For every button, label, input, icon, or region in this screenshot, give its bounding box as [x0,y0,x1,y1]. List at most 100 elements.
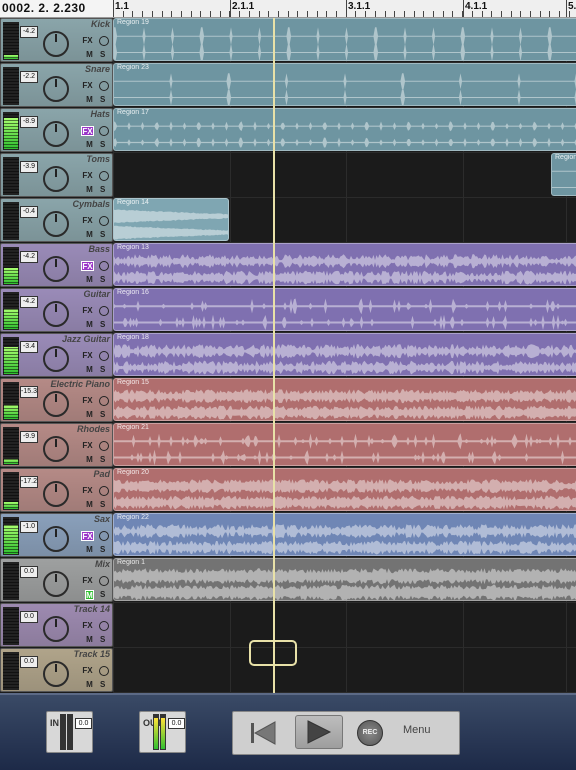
audio-region[interactable]: Region 23 [113,63,576,106]
record-arm-button[interactable] [99,36,109,46]
track-lane[interactable]: Region 21 [113,423,576,468]
record-arm-button[interactable] [99,621,109,631]
audio-region[interactable]: Region 21 [113,423,576,466]
track-lane[interactable]: Region 16 [113,288,576,333]
fx-button[interactable]: FX [81,486,94,496]
record-arm-button[interactable] [99,576,109,586]
track-header[interactable]: -15.3 Electric Piano FX M S [0,378,113,422]
fx-button[interactable]: FX [81,306,94,316]
track-lane[interactable]: Region 18 [113,333,576,378]
track-volume-value[interactable]: 0.0 [20,656,38,668]
track-volume-value[interactable]: 0.0 [20,611,38,623]
track-header[interactable]: -3.4 Jazz Guitar FX M S [0,333,113,377]
mute-button[interactable]: M [85,680,94,690]
solo-button[interactable]: S [100,50,105,59]
fx-button[interactable]: FX [81,666,94,676]
solo-button[interactable]: S [100,365,105,374]
solo-button[interactable]: S [100,230,105,239]
track-volume-value[interactable]: -9.9 [20,431,38,443]
record-arm-button[interactable] [99,666,109,676]
record-arm-button[interactable] [99,126,109,136]
track-header[interactable]: -0.4 Cymbals FX M S [0,198,113,242]
track-header[interactable]: -1.0 Sax FX M S [0,513,113,557]
mute-button[interactable]: M [85,230,94,240]
playhead-handle[interactable] [249,640,297,666]
track-volume-value[interactable]: 0.0 [20,566,38,578]
track-header[interactable]: 0.0 Track 15 FX M S [0,648,113,692]
pan-knob[interactable] [43,166,69,192]
audio-region[interactable]: Region 13 [113,243,576,286]
fx-button[interactable]: FX [81,531,94,541]
record-arm-button[interactable] [99,351,109,361]
position-counter[interactable]: 0002. 2. 2.230 [0,0,113,17]
track-volume-value[interactable]: -0.4 [20,206,38,218]
audio-region[interactable]: Region 22 [113,513,576,556]
solo-button[interactable]: S [100,590,105,599]
track-header[interactable]: -4.2 Kick FX M S [0,18,113,62]
mute-button[interactable]: M [85,590,94,600]
track-header[interactable]: -3.9 Toms FX M S [0,153,113,197]
play-button[interactable] [295,715,343,749]
pan-knob[interactable] [43,481,69,507]
solo-button[interactable]: S [100,635,105,644]
track-volume-value[interactable]: -15.3 [20,386,38,398]
audio-region[interactable]: Region 1 [113,558,576,601]
track-volume-value[interactable]: -1.0 [20,521,38,533]
mute-button[interactable]: M [85,545,94,555]
track-volume-value[interactable]: -3.4 [20,341,38,353]
timeline-ruler[interactable]: 1.1 2.1.1 3.1.1 4.1.1 5. [113,0,576,17]
pan-knob[interactable] [43,211,69,237]
mute-button[interactable]: M [85,365,94,375]
audio-region[interactable]: Region 20 [113,468,576,511]
pan-knob[interactable] [43,616,69,642]
track-lane[interactable]: Region 13 [113,243,576,288]
mute-button[interactable]: M [85,95,94,105]
track-volume-value[interactable]: -3.9 [20,161,38,173]
solo-button[interactable]: S [100,680,105,689]
pan-knob[interactable] [43,76,69,102]
mute-button[interactable]: M [85,635,94,645]
track-volume-value[interactable]: -2.2 [20,71,38,83]
track-lane[interactable]: Region [113,153,576,198]
mute-button[interactable]: M [85,500,94,510]
pan-knob[interactable] [43,526,69,552]
fx-button[interactable]: FX [81,171,94,181]
pan-knob[interactable] [43,121,69,147]
pan-knob[interactable] [43,301,69,327]
track-header[interactable]: -9.9 Rhodes FX M S [0,423,113,467]
track-header[interactable]: -4.2 Bass FX M S [0,243,113,287]
track-header[interactable]: -4.2 Guitar FX M S [0,288,113,332]
track-volume-value[interactable]: -4.2 [20,251,38,263]
record-arm-button[interactable] [99,81,109,91]
solo-button[interactable]: S [100,455,105,464]
track-volume-value[interactable]: -8.9 [20,116,38,128]
mute-button[interactable]: M [85,50,94,60]
mute-button[interactable]: M [85,320,94,330]
track-lane[interactable]: Region 20 [113,468,576,513]
audio-region[interactable]: Region 17 [113,108,576,151]
track-lane[interactable]: Region 23 [113,63,576,108]
rewind-button[interactable] [245,717,279,749]
fx-button[interactable]: FX [81,216,94,226]
fx-button[interactable]: FX [81,621,94,631]
pan-knob[interactable] [43,661,69,687]
pan-knob[interactable] [43,346,69,372]
audio-region[interactable]: Region 14 [113,198,229,241]
fx-button[interactable]: FX [81,36,94,46]
mute-button[interactable]: M [85,410,94,420]
track-volume-value[interactable]: -4.2 [20,26,38,38]
fx-button[interactable]: FX [81,396,94,406]
pan-knob[interactable] [43,571,69,597]
mute-button[interactable]: M [85,455,94,465]
track-header[interactable]: 0.0 Track 14 FX M S [0,603,113,647]
track-lane[interactable]: Region 15 [113,378,576,423]
track-header[interactable]: 0.0 Mix FX M S [0,558,113,602]
solo-button[interactable]: S [100,95,105,104]
solo-button[interactable]: S [100,320,105,329]
pan-knob[interactable] [43,31,69,57]
mute-button[interactable]: M [85,140,94,150]
fx-button[interactable]: FX [81,126,94,136]
solo-button[interactable]: S [100,140,105,149]
track-lane[interactable] [113,648,576,693]
record-arm-button[interactable] [99,486,109,496]
